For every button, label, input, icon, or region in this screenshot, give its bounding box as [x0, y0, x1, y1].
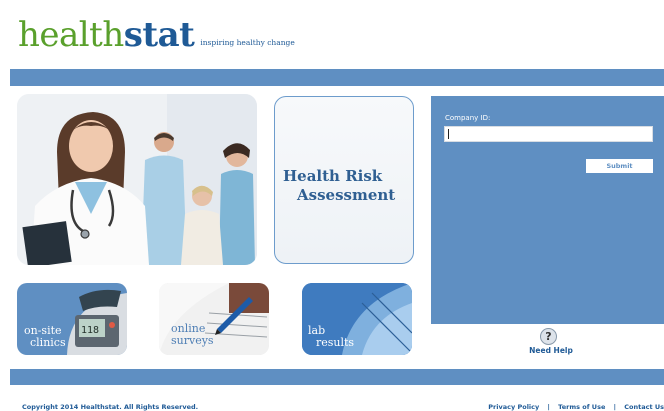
header-band — [10, 69, 664, 86]
text-caret — [448, 129, 449, 139]
logo-tagline: inspiring healthy change — [200, 38, 295, 47]
healthstat-logo[interactable]: health stat inspiring healthy change — [18, 6, 295, 52]
tile-onsite-clinics[interactable]: 118 on-site clinics — [17, 283, 127, 355]
help-question-icon[interactable]: ? — [540, 328, 557, 345]
tile-lab-line2: results — [316, 336, 355, 349]
company-id-label: Company ID: — [445, 114, 491, 122]
tile-onsite-clinics-label: on-site clinics — [24, 325, 66, 349]
health-risk-assessment-button[interactable]: Health Risk Assessment — [274, 96, 414, 264]
tile-online-surveys[interactable]: online surveys — [159, 283, 269, 355]
need-help-link[interactable]: Need Help — [526, 346, 576, 355]
company-id-input[interactable] — [444, 126, 653, 142]
hra-title: Health Risk Assessment — [283, 167, 407, 205]
tile-lab-results[interactable]: lab results — [302, 283, 412, 355]
footer-band — [10, 369, 664, 385]
hra-title-line2: Assessment — [297, 186, 396, 204]
tile-lab-results-label: lab results — [308, 325, 354, 349]
hra-title-line1: Health Risk — [283, 167, 383, 185]
hero-doctor-image — [17, 94, 257, 265]
tile-online-surveys-label: online surveys — [171, 323, 214, 347]
tile-onsite-line2: clinics — [30, 336, 66, 349]
logo-text-stat: stat — [123, 15, 195, 55]
logo-text-health: health — [18, 15, 124, 55]
submit-button[interactable]: Submit — [586, 159, 653, 173]
tile-online-line2: surveys — [171, 334, 214, 347]
svg-text:118: 118 — [81, 325, 99, 336]
